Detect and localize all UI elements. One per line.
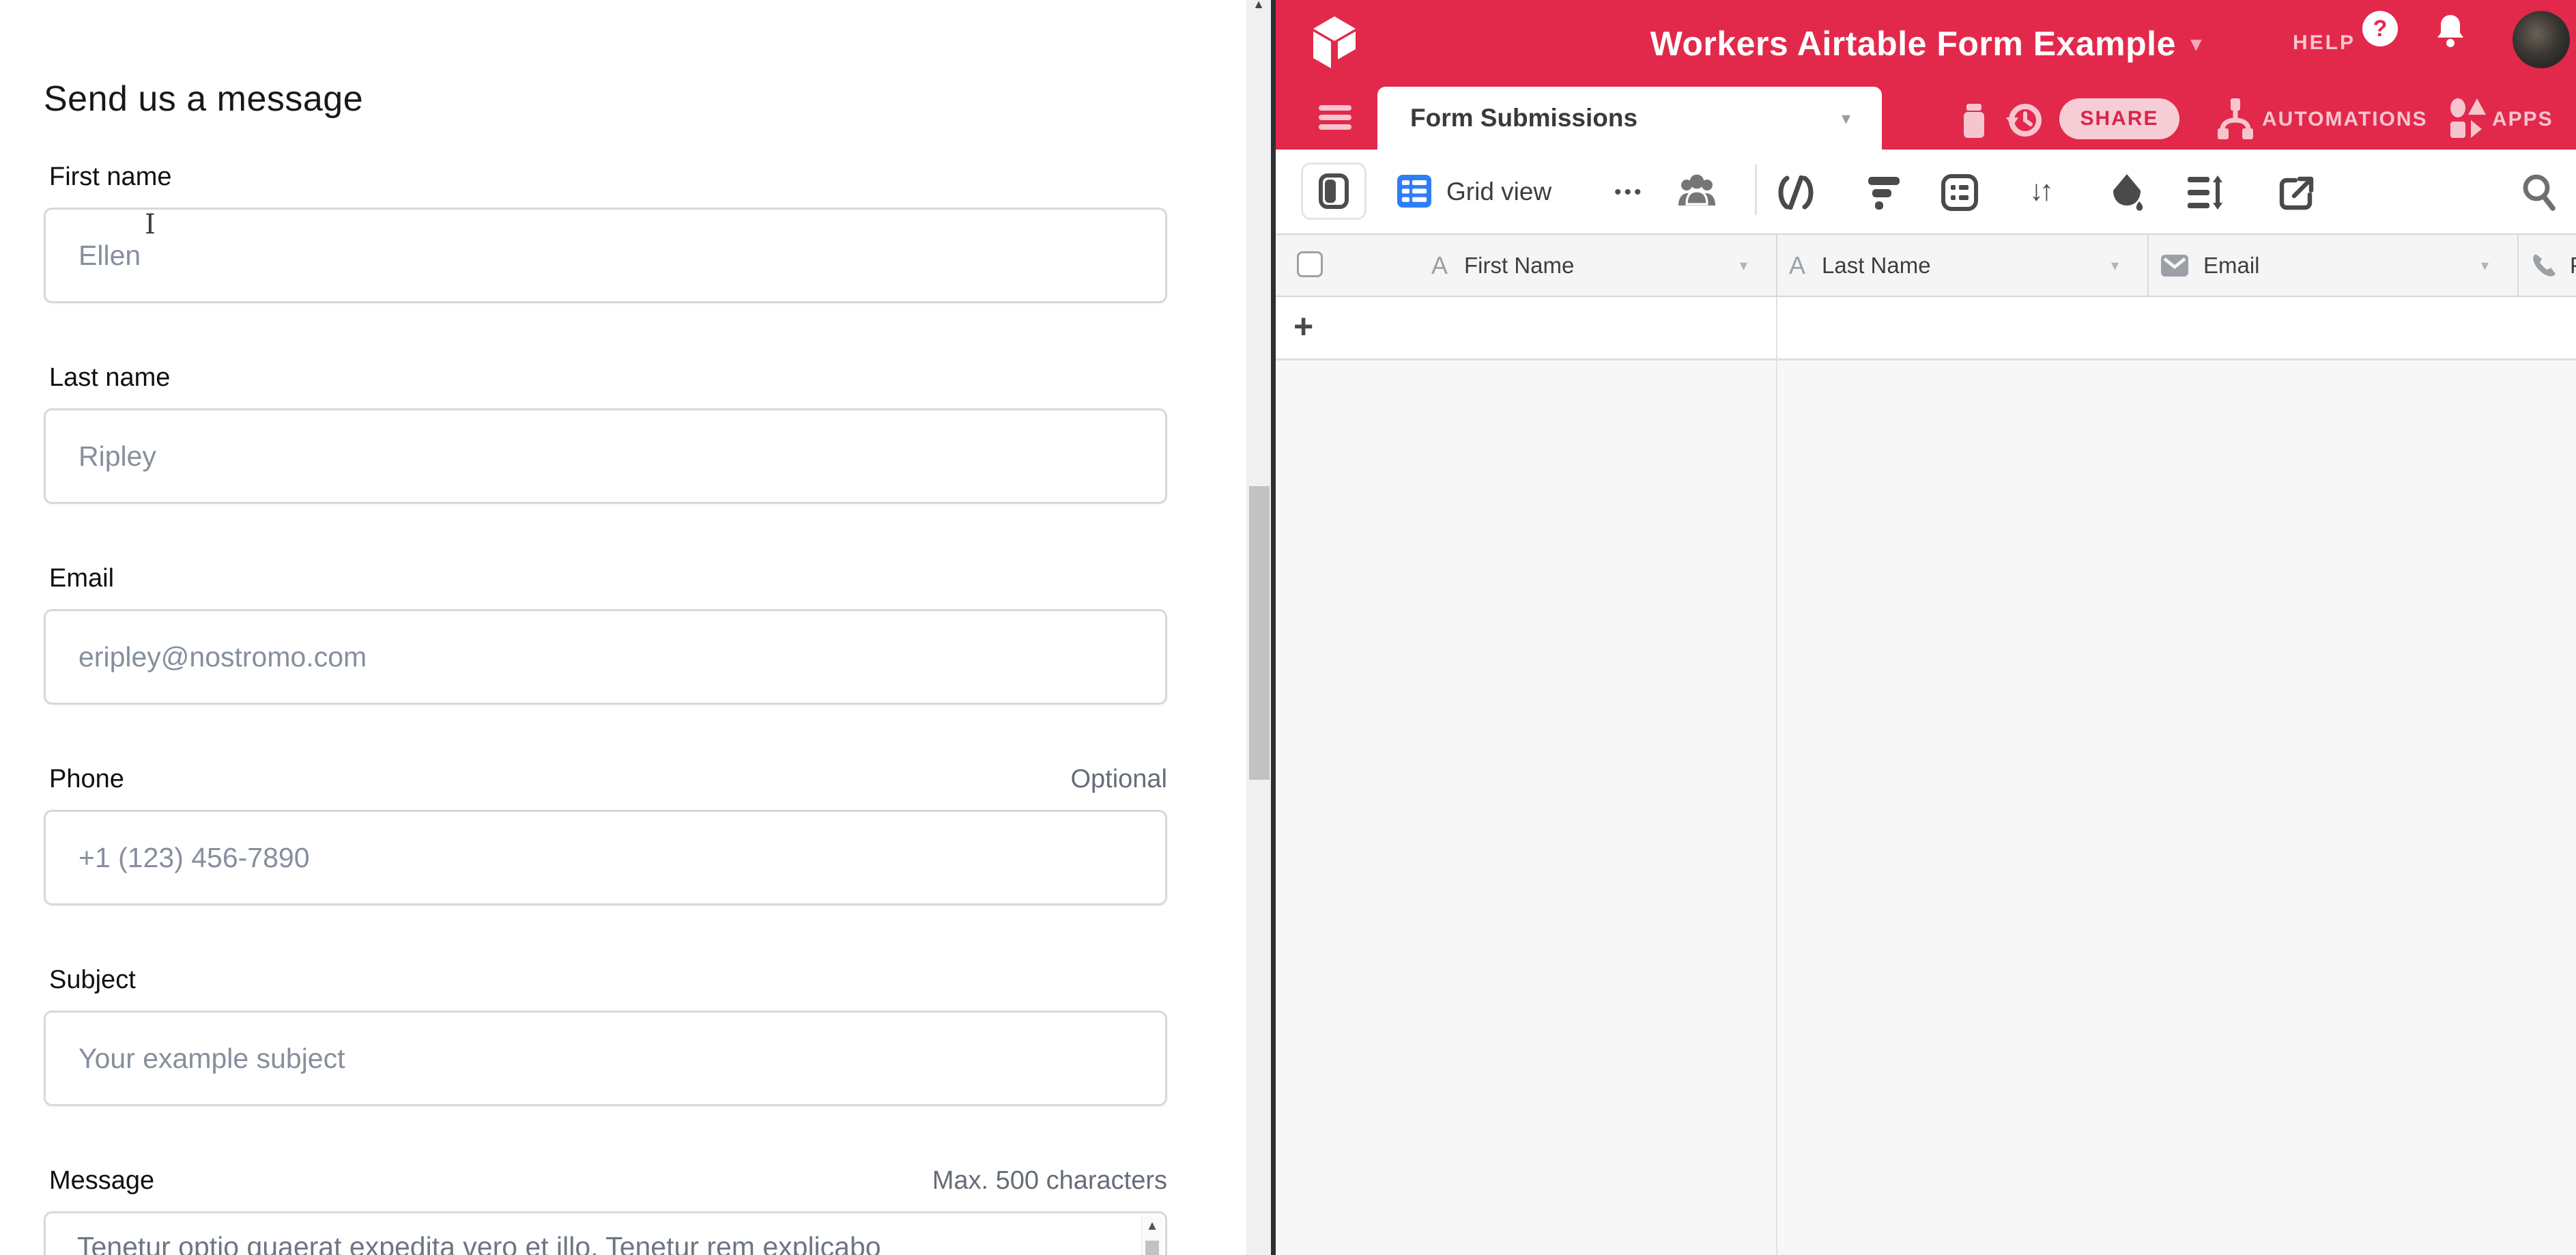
help-button[interactable]: HELP [2293, 31, 2356, 55]
table-tab-label: Form Submissions [1410, 104, 1637, 132]
text-field-type-icon: A [1431, 251, 1448, 280]
last-name-label: Last name [49, 363, 170, 393]
message-label: Message [49, 1166, 154, 1196]
first-name-input[interactable] [44, 208, 1167, 303]
column-header-last-name[interactable]: A Last Name [1789, 235, 2103, 296]
scrollbar-up-icon[interactable]: ▲ [1248, 0, 1270, 12]
sidebar-toggle-icon [1319, 173, 1349, 209]
first-name-label: First name [49, 163, 171, 192]
apps-label[interactable]: APPS [2492, 108, 2553, 131]
message-max-note: Max. 500 characters [932, 1166, 1167, 1196]
message-scroll-thumb[interactable] [1145, 1241, 1159, 1255]
share-button[interactable]: SHARE [2059, 98, 2179, 139]
trash-icon[interactable] [1957, 101, 1991, 139]
message-scrollbar[interactable]: ▲ [1141, 1216, 1162, 1255]
column-caret-icon[interactable]: ▾ [2481, 257, 2489, 274]
column-name: First Name [1464, 253, 1574, 279]
add-row-row[interactable]: + [1276, 297, 2576, 361]
pane-divider[interactable] [1271, 0, 1276, 1255]
column-header-phone[interactable]: P [2530, 235, 2576, 296]
contact-form-pane: Send us a message First name I Last name… [0, 0, 1246, 1255]
toolbar-divider [1755, 165, 1757, 215]
view-sidebar-toggle-button[interactable] [1301, 163, 1366, 220]
tab-form-submissions[interactable]: Form Submissions ▾ [1377, 87, 1882, 150]
subject-input[interactable] [44, 1011, 1167, 1106]
form-title: Send us a message [44, 79, 363, 119]
select-all-checkbox[interactable] [1297, 251, 1323, 277]
airtable-tabrow: Form Submissions ▾ SHARE [1276, 87, 2576, 150]
view-more-icon[interactable]: ••• [1614, 181, 1644, 204]
last-name-input[interactable] [44, 408, 1167, 504]
form-pane-scroll-thumb[interactable] [1249, 486, 1270, 780]
column-caret-icon[interactable]: ▾ [1740, 257, 1747, 274]
collaborators-icon[interactable] [1676, 173, 1718, 210]
hide-fields-icon[interactable] [1776, 175, 1816, 210]
text-cursor-icon: I [145, 209, 156, 240]
row-height-icon[interactable] [2186, 175, 2224, 210]
notifications-bell-icon[interactable] [2434, 14, 2467, 49]
phone-optional-note: Optional [1070, 765, 1167, 794]
sort-icon[interactable]: ↓↑ [2029, 174, 2050, 207]
help-icon[interactable]: ? [2362, 11, 2398, 46]
screen: Send us a message First name I Last name… [0, 0, 2576, 1255]
message-text: Tenetur optio quaerat expedita vero et i… [77, 1231, 881, 1255]
column-caret-icon[interactable]: ▾ [2111, 257, 2119, 274]
frozen-column-edge [1776, 297, 1777, 1255]
email-field-type-icon [2161, 255, 2188, 277]
email-field[interactable] [44, 609, 1167, 705]
text-field-type-icon: A [1789, 251, 1805, 280]
airtable-topbar: Workers Airtable Form Example ▾ HELP ? [1276, 0, 2576, 87]
history-icon[interactable] [2005, 101, 2043, 139]
view-toolbar: Grid view ••• [1276, 150, 2576, 234]
column-header-email[interactable]: Email [2161, 235, 2475, 296]
tab-chevron-down-icon: ▾ [1842, 108, 1850, 129]
share-view-icon[interactable] [2279, 175, 2315, 211]
column-name: P [2570, 253, 2576, 279]
workers-logo-icon[interactable] [1313, 16, 1356, 71]
phone-field-type-icon [2530, 252, 2558, 279]
message-textarea[interactable]: Tenetur optio quaerat expedita vero et i… [44, 1211, 1167, 1255]
base-title: Workers Airtable Form Example [1650, 24, 2176, 64]
email-label: Email [49, 564, 114, 593]
phone-label: Phone [49, 765, 124, 794]
menu-hamburger-icon[interactable] [1319, 101, 1351, 134]
view-name[interactable]: Grid view [1446, 178, 1551, 206]
column-name: Last Name [1822, 253, 1931, 279]
question-glyph: ? [2373, 16, 2388, 42]
scroll-up-icon[interactable]: ▲ [1142, 1219, 1162, 1234]
filter-icon[interactable] [1867, 175, 1901, 210]
phone-field[interactable] [44, 810, 1167, 905]
share-label: SHARE [2080, 107, 2158, 130]
search-icon[interactable] [2521, 174, 2557, 211]
group-icon[interactable] [1941, 174, 1978, 211]
grid-view-icon [1397, 175, 1431, 208]
add-row-plus-icon[interactable]: + [1293, 307, 1313, 346]
chevron-down-icon: ▾ [2191, 32, 2202, 56]
table-header-row: A First Name ▾ A Last Name ▾ Email ▾ [1276, 234, 2576, 297]
automations-label[interactable]: AUTOMATIONS [2262, 108, 2428, 131]
automations-icon[interactable] [2216, 97, 2255, 141]
column-name: Email [2203, 253, 2260, 279]
apps-icon[interactable] [2449, 98, 2487, 139]
airtable-pane: Workers Airtable Form Example ▾ HELP ? [1276, 0, 2576, 1255]
subject-label: Subject [49, 965, 136, 995]
user-avatar[interactable] [2513, 11, 2570, 68]
color-icon[interactable] [2109, 173, 2145, 212]
column-header-first-name[interactable]: A First Name [1431, 235, 1773, 296]
